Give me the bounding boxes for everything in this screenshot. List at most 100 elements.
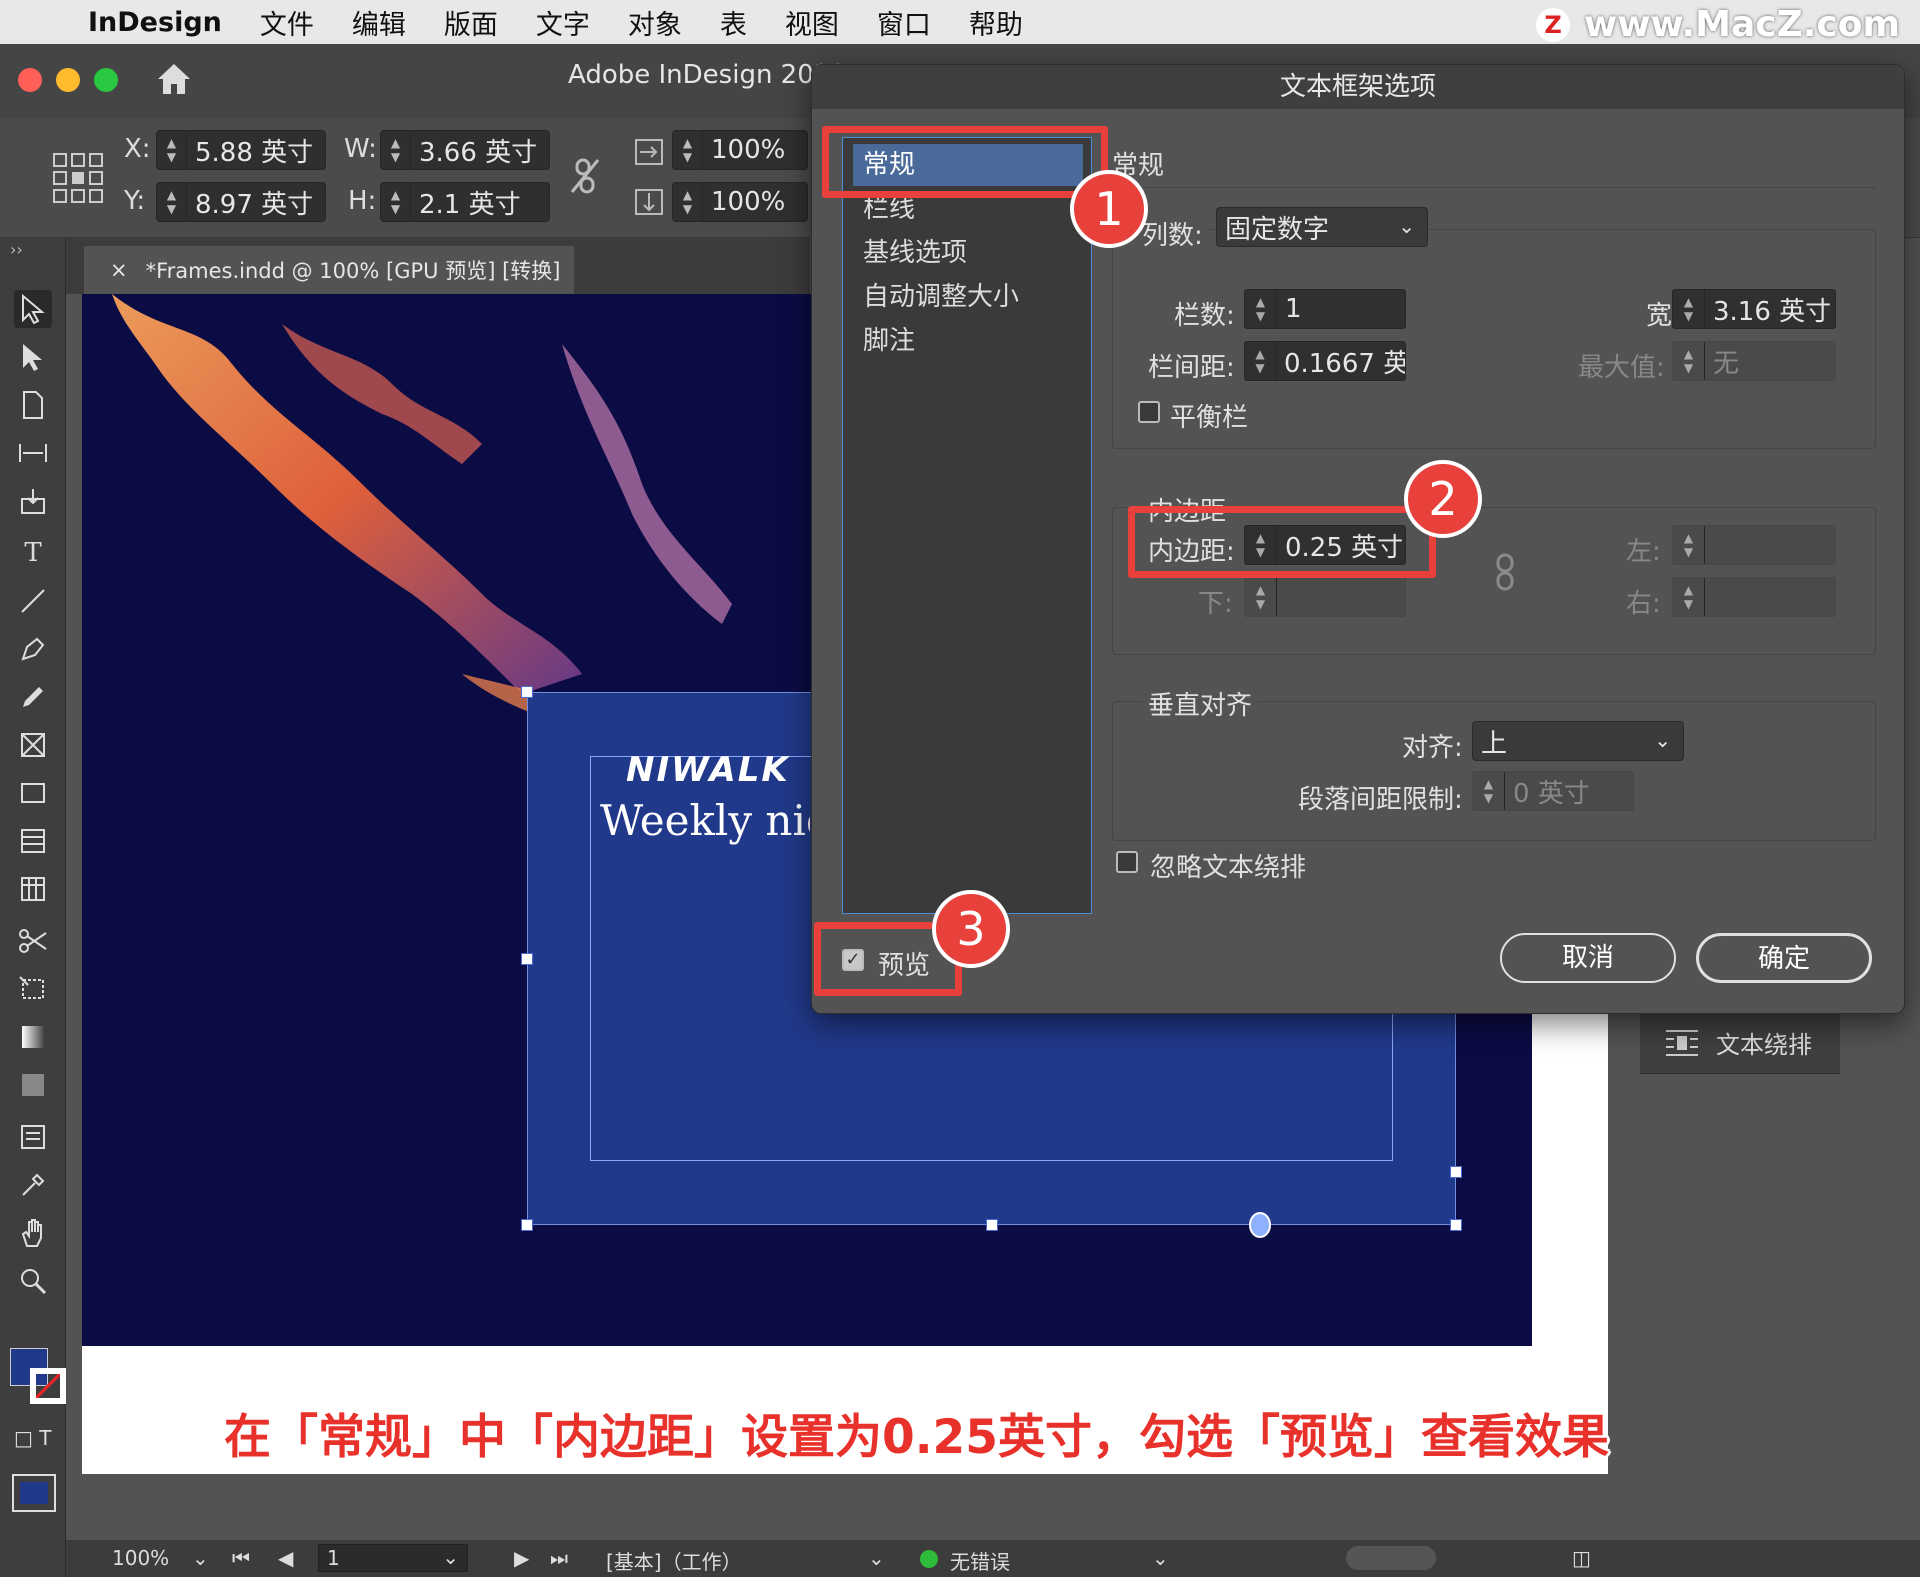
format-container-text-icon[interactable]: □ T <box>14 1426 54 1466</box>
columns-mode-select[interactable]: 固定数字 ⌄ <box>1216 207 1428 247</box>
menu-edit[interactable]: 编辑 <box>352 3 406 42</box>
w-label: W: <box>344 134 377 164</box>
ok-button[interactable]: 确定 <box>1696 933 1872 983</box>
column-width-field[interactable]: ▲ ▼ 3.16 英寸 <box>1672 289 1836 329</box>
free-transform-tool-icon[interactable] <box>14 970 52 1008</box>
scale-x-field[interactable]: ▲ ▼ 100% <box>672 130 808 170</box>
eyedropper-tool-icon[interactable] <box>14 1166 52 1204</box>
status-dropdown-icon[interactable]: ⌄ <box>1152 1546 1169 1570</box>
nav-item-auto-size[interactable]: 自动调整大小 <box>853 276 1083 318</box>
scale-y-stepper[interactable]: ▲ ▼ <box>673 183 703 221</box>
column-count-stepper[interactable]: ▲ ▼ <box>1245 290 1277 328</box>
split-layout-icon[interactable]: ◫ <box>1572 1546 1591 1570</box>
gradient-feather-tool-icon[interactable] <box>14 1066 52 1104</box>
next-page-icon[interactable]: ▶ <box>514 1546 529 1570</box>
menu-layout[interactable]: 版面 <box>444 3 498 42</box>
gap-tool-icon[interactable] <box>14 434 52 472</box>
preflight-status[interactable]: 无错误 <box>950 1546 1010 1575</box>
type-tool-icon[interactable]: T <box>14 534 52 572</box>
menu-file[interactable]: 文件 <box>260 3 314 42</box>
horizontal-scrollbar[interactable] <box>1346 1546 1436 1570</box>
content-collector-icon[interactable] <box>14 482 52 520</box>
column-width-stepper[interactable]: ▲ ▼ <box>1673 290 1705 328</box>
menu-help[interactable]: 帮助 <box>969 3 1023 42</box>
screen-mode-icon[interactable] <box>12 1474 56 1512</box>
selection-tool-icon[interactable] <box>14 290 52 328</box>
pen-tool-icon[interactable] <box>14 630 52 668</box>
link-insets-icon[interactable] <box>1494 553 1516 591</box>
frame-handle-left[interactable] <box>521 953 533 965</box>
column-count-field[interactable]: ▲ ▼ 1 <box>1244 289 1406 329</box>
inset-bottom-label: 下: <box>1198 589 1233 619</box>
width-field[interactable]: ▲ ▼ 3.66 英寸 <box>380 130 550 170</box>
note-tool-icon[interactable] <box>14 1118 52 1156</box>
w-stepper[interactable]: ▲ ▼ <box>381 131 411 169</box>
nav-item-baseline-options[interactable]: 基线选项 <box>853 232 1083 274</box>
x-stepper[interactable]: ▲ ▼ <box>157 131 187 169</box>
h-stepper[interactable]: ▲ ▼ <box>381 183 411 221</box>
hand-tool-icon[interactable] <box>14 1214 52 1252</box>
page-number-field[interactable]: 1 ⌄ <box>318 1544 468 1572</box>
reference-point-icon[interactable] <box>52 152 104 204</box>
zoom-dropdown-icon[interactable]: ⌄ <box>192 1546 209 1570</box>
collapse-panel-icon[interactable]: ›› <box>10 240 23 259</box>
grid-tool-icon[interactable] <box>14 870 52 908</box>
home-icon[interactable] <box>156 62 192 96</box>
last-page-icon[interactable]: ⏭ <box>550 1546 568 1570</box>
tab-strip: × *Frames.indd @ 100% [GPU 预览] [转换] <box>0 238 810 294</box>
menu-app-name[interactable]: InDesign <box>88 7 222 38</box>
zoom-tool-icon[interactable] <box>14 1262 52 1300</box>
line-tool-icon[interactable] <box>14 582 52 620</box>
rectangle-frame-tool-icon[interactable] <box>14 726 52 764</box>
first-page-icon[interactable]: ⏮ <box>232 1546 250 1570</box>
stroke-swatch[interactable] <box>30 1368 66 1404</box>
text-wrap-panel-item[interactable]: 文本绕排 <box>1640 1010 1840 1074</box>
gutter-field[interactable]: ▲ ▼ 0.1667 英 <box>1244 341 1406 381</box>
menu-object[interactable]: 对象 <box>628 3 682 42</box>
ignore-text-wrap-checkbox[interactable] <box>1116 851 1138 873</box>
constrain-proportions-icon[interactable] <box>570 158 600 194</box>
dialog-title: 文本框架选项 <box>812 65 1904 109</box>
frame-handle-bottom-left[interactable] <box>521 1219 533 1231</box>
scale-x-stepper[interactable]: ▲ ▼ <box>673 131 703 169</box>
document-tab[interactable]: × *Frames.indd @ 100% [GPU 预览] [转换] <box>84 246 574 294</box>
direct-selection-tool-icon[interactable] <box>14 338 52 376</box>
table-tool-icon[interactable] <box>14 822 52 860</box>
gutter-stepper[interactable]: ▲ ▼ <box>1245 342 1276 380</box>
balance-columns-checkbox[interactable] <box>1138 401 1160 423</box>
cancel-button[interactable]: 取消 <box>1500 933 1676 983</box>
close-tab-icon[interactable]: × <box>110 258 128 282</box>
menu-table[interactable]: 表 <box>720 3 747 42</box>
height-field[interactable]: ▲ ▼ 2.1 英寸 <box>380 182 550 222</box>
previous-page-icon[interactable]: ◀ <box>278 1546 293 1570</box>
tagline-text: Weekly night <box>600 796 810 845</box>
frame-handle-bottom[interactable] <box>986 1219 998 1231</box>
nav-item-footnotes[interactable]: 脚注 <box>853 320 1083 362</box>
zoom-window-button[interactable] <box>94 68 118 92</box>
rectangle-tool-icon[interactable] <box>14 774 52 812</box>
profile-dropdown-icon[interactable]: ⌄ <box>868 1546 885 1570</box>
zoom-level[interactable]: 100% <box>112 1546 169 1570</box>
content-grabber-icon[interactable] <box>1248 1212 1272 1238</box>
menu-view[interactable]: 视图 <box>785 3 839 42</box>
y-position-field[interactable]: ▲ ▼ 8.97 英寸 <box>156 182 326 222</box>
minimize-window-button[interactable] <box>56 68 80 92</box>
page-dropdown-icon[interactable]: ⌄ <box>442 1545 459 1569</box>
y-label: Y: <box>124 186 146 216</box>
gradient-tool-icon[interactable] <box>14 1018 52 1056</box>
menu-type[interactable]: 文字 <box>536 3 590 42</box>
preflight-profile[interactable]: [基本]（工作） <box>606 1546 742 1575</box>
frame-handle-bottom-right[interactable] <box>1450 1219 1462 1231</box>
align-select[interactable]: 上 ⌄ <box>1472 721 1684 761</box>
scale-y-field[interactable]: ▲ ▼ 100% <box>672 182 808 222</box>
page-tool-icon[interactable] <box>14 386 52 424</box>
scissors-tool-icon[interactable] <box>14 922 52 960</box>
menu-window[interactable]: 窗口 <box>877 3 931 42</box>
close-window-button[interactable] <box>18 68 42 92</box>
inset-left-stepper: ▲ ▼ <box>1673 526 1705 564</box>
frame-handle-top-left[interactable] <box>521 686 533 698</box>
x-position-field[interactable]: ▲ ▼ 5.88 英寸 <box>156 130 326 170</box>
pencil-tool-icon[interactable] <box>14 678 52 716</box>
corner-option-handle[interactable] <box>1450 1166 1462 1178</box>
y-stepper[interactable]: ▲ ▼ <box>157 183 187 221</box>
